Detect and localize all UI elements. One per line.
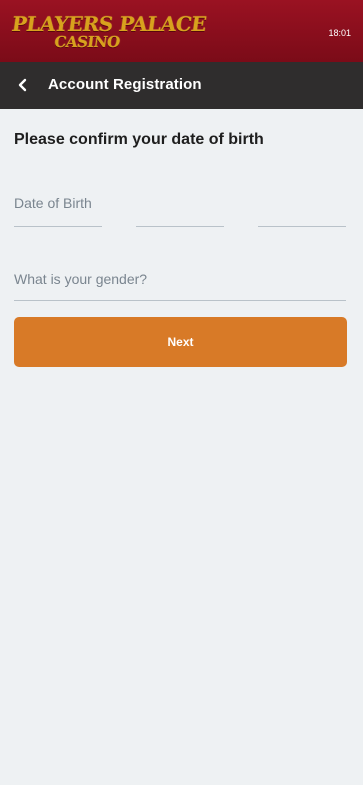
logo-line-1: PLAYERS PALACE (10, 12, 208, 36)
next-button[interactable]: Next (14, 317, 347, 367)
brand-bar: PLAYERS PALACE CASINO 18:01 (0, 0, 363, 62)
dob-heading: Please confirm your date of birth (14, 131, 264, 148)
status-time: 18:01 (328, 28, 351, 38)
gender-label: What is your gender? (14, 271, 148, 287)
dob-year-input[interactable] (258, 226, 346, 228)
app-screen: PLAYERS PALACE CASINO 18:01 Account Regi… (0, 0, 363, 785)
back-button[interactable] (15, 77, 31, 93)
players-palace-logo: PLAYERS PALACE CASINO (10, 12, 208, 54)
date-of-birth-label: Date of Birth (14, 195, 92, 211)
dob-month-input[interactable] (136, 226, 224, 228)
page-header: Account Registration (0, 62, 363, 109)
dob-day-input[interactable] (14, 226, 102, 228)
gender-select[interactable] (14, 300, 346, 302)
page-title: Account Registration (48, 76, 202, 93)
logo-line-2: CASINO (53, 33, 121, 51)
chevron-left-icon (18, 78, 27, 92)
